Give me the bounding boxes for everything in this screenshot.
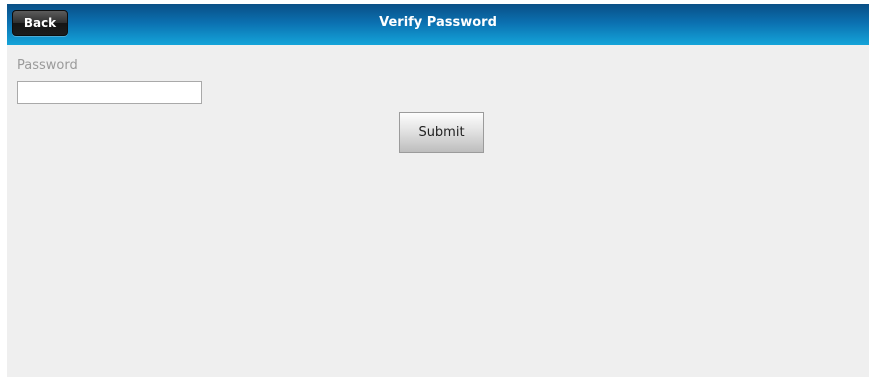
page-frame: Verify Password Back Password Submit — [7, 4, 869, 377]
back-button[interactable]: Back — [12, 10, 68, 36]
submit-button[interactable]: Submit — [399, 112, 484, 153]
page-title: Verify Password — [379, 15, 497, 30]
password-label: Password — [17, 58, 78, 73]
password-field[interactable] — [17, 81, 202, 104]
header-bar: Verify Password Back — [7, 4, 869, 45]
